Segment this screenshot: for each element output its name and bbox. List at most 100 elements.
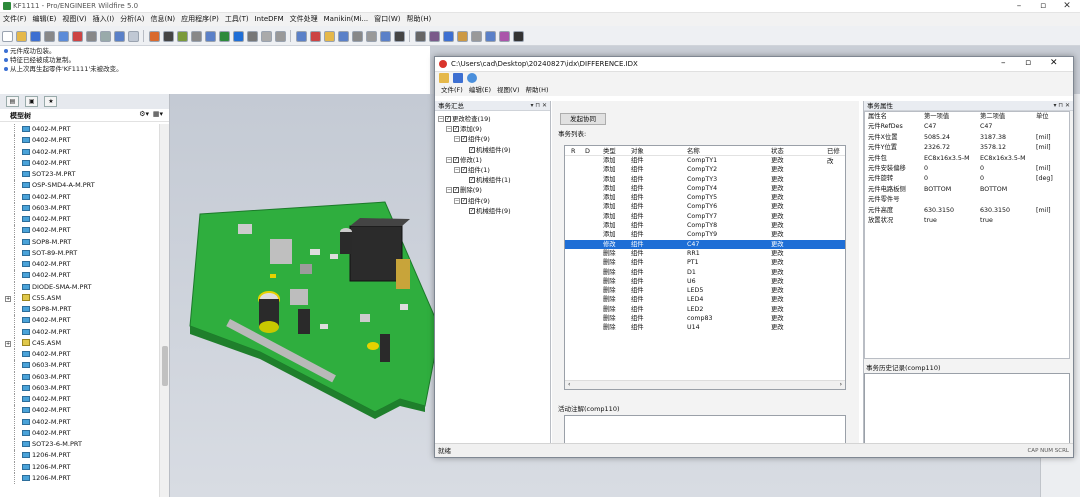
toolbar-tool-icon[interactable]	[457, 31, 468, 42]
property-row[interactable]: 放置状况 true true	[865, 216, 1069, 226]
idx-menu-item[interactable]: 编辑(E)	[469, 85, 491, 96]
column-header[interactable]: 类型	[603, 146, 616, 156]
model-tree-item[interactable]: OSP-SMD4-A-M.PRT	[0, 180, 160, 192]
table-row[interactable]: 添加 组件 CompTY4 更改	[565, 184, 845, 193]
table-row[interactable]: 修改 组件 C47 更改	[565, 239, 845, 249]
checkbox[interactable]: ✓	[469, 146, 475, 153]
toolbar-tool-icon[interactable]	[352, 31, 363, 42]
table-row[interactable]: 删除 组件 LED4 更改	[565, 295, 845, 304]
property-row[interactable]: 元件RefDes C47 C47	[865, 122, 1069, 132]
maximize-icon[interactable]: ▫	[1034, 1, 1052, 11]
history-box[interactable]	[864, 373, 1070, 445]
menu-item[interactable]: 应用程序(P)	[181, 13, 219, 26]
toolbar-tool-icon[interactable]	[149, 31, 160, 42]
model-tree-item[interactable]: 0402-M.PRT	[0, 349, 160, 361]
save-icon[interactable]	[453, 73, 464, 83]
model-tree-item[interactable]: SOP8-M.PRT	[0, 236, 160, 248]
model-tree-item[interactable]: 0402-M.PRT	[0, 135, 160, 147]
menu-item[interactable]: 视图(V)	[62, 13, 86, 26]
model-tree-item[interactable]: DIODE-SMA-M.PRT	[0, 281, 160, 293]
tree-columns-icon[interactable]: ▦▾	[153, 110, 163, 118]
menu-item[interactable]: 分析(A)	[120, 13, 144, 26]
collapse-icon[interactable]: −	[446, 126, 452, 133]
toolbar-tool-icon[interactable]	[72, 31, 83, 42]
model-tree-item[interactable]: + C55.ASM	[0, 292, 160, 304]
help-icon[interactable]	[467, 73, 478, 83]
model-tree-item[interactable]: 1206-M.PRT	[0, 461, 160, 473]
checkbox[interactable]: ✓	[453, 187, 459, 194]
toolbar-tool-icon[interactable]	[114, 31, 125, 42]
model-tree-item[interactable]: SOP8-M.PRT	[0, 304, 160, 316]
column-header[interactable]: 名称	[687, 146, 700, 156]
toolbar-tool-icon[interactable]	[513, 31, 524, 42]
property-row[interactable]: 元件旋转 0 0 [deg]	[865, 174, 1069, 184]
menu-item[interactable]: 文件(F)	[3, 13, 27, 26]
close-icon[interactable]: ✕	[1058, 1, 1076, 11]
toolbar-tool-icon[interactable]	[296, 31, 307, 42]
idx-minimize-icon[interactable]: –	[1001, 58, 1006, 68]
summary-tree-item[interactable]: ✓ 机械组件(9)	[435, 145, 550, 155]
toolbar-tool-icon[interactable]	[219, 31, 230, 42]
toolbar-tool-icon[interactable]	[233, 31, 244, 42]
model-tree-item[interactable]: 1206-M.PRT	[0, 450, 160, 462]
model-tree-item[interactable]: SOT23-6-M.PRT	[0, 439, 160, 451]
column-header[interactable]: D	[585, 146, 590, 156]
table-row[interactable]: 删除 组件 RR1 更改	[565, 249, 845, 258]
property-row[interactable]: 元件安装偏移 0 0 [mil]	[865, 164, 1069, 174]
model-tree-item[interactable]: 0402-M.PRT	[0, 416, 160, 428]
summary-tree-item[interactable]: − ✓ 组件(9)	[435, 134, 550, 144]
model-tree-item[interactable]: 0402-M.PRT	[0, 157, 160, 169]
idx-menu-item[interactable]: 文件(F)	[441, 85, 463, 96]
model-tree-item[interactable]: 0603-M.PRT	[0, 360, 160, 372]
checkbox[interactable]: ✓	[461, 166, 467, 173]
summary-tree-item[interactable]: − ✓ 组件(1)	[435, 165, 550, 175]
tree-settings-icon[interactable]: ⚙▾	[139, 110, 149, 118]
menu-item[interactable]: InteDFM	[255, 13, 284, 26]
toolbar-tool-icon[interactable]	[338, 31, 349, 42]
toolbar-tool-icon[interactable]	[30, 31, 41, 42]
toolbar-tool-icon[interactable]	[163, 31, 174, 42]
note-textbox[interactable]	[564, 415, 846, 445]
model-tree-item[interactable]: 0402-M.PRT	[0, 124, 160, 136]
toolbar-tool-icon[interactable]	[191, 31, 202, 42]
expand-icon[interactable]: +	[5, 340, 11, 347]
summary-tree-item[interactable]: − ✓ 修改(1)	[435, 155, 550, 165]
model-tree-item[interactable]: 0402-M.PRT	[0, 270, 160, 282]
toolbar-tool-icon[interactable]	[247, 31, 258, 42]
toolbar-tool-icon[interactable]	[177, 31, 188, 42]
collapse-icon[interactable]: −	[454, 136, 460, 143]
idx-menu-item[interactable]: 帮助(H)	[526, 85, 549, 96]
toolbar-tool-icon[interactable]	[44, 31, 55, 42]
idx-maximize-icon[interactable]: ▫	[1025, 58, 1031, 68]
pane-controls-icon[interactable]: ▾ ⊓ ✕	[1053, 101, 1070, 111]
table-row[interactable]: 删除 组件 LED2 更改	[565, 305, 845, 314]
table-row[interactable]: 删除 组件 PT1 更改	[565, 258, 845, 267]
collapse-icon[interactable]: −	[446, 156, 452, 163]
column-header[interactable]: 对象	[631, 146, 644, 156]
minimize-icon[interactable]: –	[1010, 1, 1028, 11]
summary-tree-item[interactable]: ✓ 机械组件(9)	[435, 206, 550, 216]
model-tree-item[interactable]: 0402-M.PRT	[0, 214, 160, 226]
property-row[interactable]: 元件Y位置 2326.72 3578.12 [mil]	[865, 143, 1069, 153]
toolbar-tool-icon[interactable]	[366, 31, 377, 42]
toolbar-tool-icon[interactable]	[2, 31, 13, 42]
property-row[interactable]: 元件包 EC8x16x3.5-M EC8x16x3.5-M	[865, 154, 1069, 164]
table-hscrollbar[interactable]: ‹ ›	[565, 380, 845, 389]
toolbar-tool-icon[interactable]	[499, 31, 510, 42]
model-tree-item[interactable]: 0603-M.PRT	[0, 382, 160, 394]
checkbox[interactable]: ✓	[469, 177, 475, 184]
table-row[interactable]: 添加 组件 CompTY6 更改	[565, 202, 845, 211]
toolbar-tool-icon[interactable]	[275, 31, 286, 42]
toolbar-tool-icon[interactable]	[471, 31, 482, 42]
column-header[interactable]: R	[571, 146, 575, 156]
property-row[interactable]: 元件高度 630.3150 630.3150 [mil]	[865, 206, 1069, 216]
idx-close-icon[interactable]: ✕	[1050, 58, 1058, 68]
property-row[interactable]: 元件X位置 5085.24 3187.38 [mil]	[865, 133, 1069, 143]
toolbar-tool-icon[interactable]	[394, 31, 405, 42]
toolbar-tool-icon[interactable]	[443, 31, 454, 42]
checkbox[interactable]: ✓	[469, 207, 475, 214]
table-row[interactable]: 删除 组件 D1 更改	[565, 268, 845, 277]
scrollbar-thumb[interactable]	[162, 346, 168, 386]
menu-item[interactable]: 帮助(H)	[407, 13, 432, 26]
table-row[interactable]: 删除 组件 LED5 更改	[565, 286, 845, 295]
